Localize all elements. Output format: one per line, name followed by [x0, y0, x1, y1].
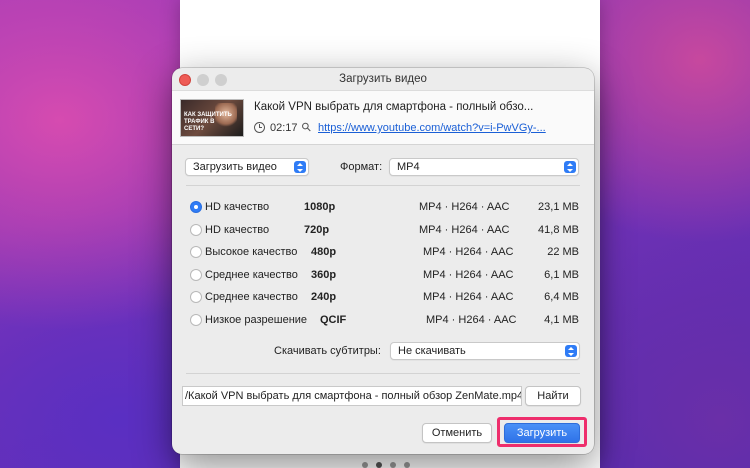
- video-info-header: КАК ЗАЩИТИТЬ ТРАФИК В СЕТИ? Какой VPN вы…: [172, 90, 594, 145]
- format-select[interactable]: MP4: [389, 158, 579, 176]
- quality-format: MP4 · H264 · AAC: [419, 201, 510, 213]
- browse-button[interactable]: Найти: [525, 386, 581, 406]
- page-dot[interactable]: [362, 462, 368, 468]
- select-stepper-icon: [564, 161, 576, 173]
- dialog-titlebar[interactable]: Загрузить видео: [172, 68, 594, 90]
- format-label: Формат:: [340, 161, 383, 173]
- quality-radio-button[interactable]: [190, 291, 202, 304]
- divider: [186, 185, 580, 186]
- download-dialog: Загрузить видео КАК ЗАЩИТИТЬ ТРАФИК В СЕ…: [172, 68, 594, 454]
- quality-resolution: 1080p: [304, 201, 336, 213]
- select-stepper-icon: [294, 161, 306, 173]
- quality-option-row[interactable]: Среднее качество 240p MP4 · H264 · AAC 6,4 …: [172, 290, 594, 306]
- quality-file-size: 22 MB: [547, 246, 579, 259]
- quality-resolution: QCIF: [320, 314, 347, 326]
- clock-icon: [254, 122, 265, 133]
- quality-radio-button[interactable]: [190, 201, 202, 213]
- download-type-value: Загрузить видео: [193, 161, 277, 173]
- format-value: MP4: [397, 161, 420, 173]
- zoom-window-button: [215, 74, 227, 86]
- cancel-button[interactable]: Отменить: [422, 423, 492, 443]
- subtitles-value: Не скачивать: [398, 345, 466, 357]
- quality-name: Среднее качество: [205, 268, 298, 281]
- quality-option-row[interactable]: HD качество 720p MP4 · H264 · AAC 41,8 MB: [172, 223, 594, 239]
- link-icon: ⚲: [298, 118, 315, 136]
- subtitles-select[interactable]: Не скачивать: [390, 342, 580, 360]
- page-dot[interactable]: [404, 462, 410, 468]
- minimize-window-button: [197, 74, 209, 86]
- divider: [186, 373, 580, 374]
- close-window-button[interactable]: [179, 74, 191, 86]
- quality-format: MP4 · H264 · AAC: [423, 246, 514, 259]
- quality-file-size: 41,8 MB: [538, 223, 579, 236]
- save-path-field[interactable]: /Какой VPN выбрать для смартфона - полны…: [182, 386, 522, 406]
- quality-resolution: 360p: [311, 268, 337, 281]
- quality-format: MP4 · H264 · AAC: [423, 268, 514, 281]
- download-button-highlight: [497, 417, 587, 447]
- quality-name: Низкое разрешение: [205, 314, 308, 326]
- quality-file-size: 6,1 MB: [544, 268, 579, 281]
- quality-resolution: 480p: [311, 246, 337, 259]
- quality-radio-button[interactable]: [190, 314, 202, 326]
- video-thumbnail: КАК ЗАЩИТИТЬ ТРАФИК В СЕТИ?: [180, 99, 244, 137]
- quality-format: MP4 · H264 · AAC: [426, 314, 517, 326]
- quality-radio-button[interactable]: [190, 246, 202, 259]
- quality-radio-button[interactable]: [190, 268, 202, 281]
- quality-radio-button[interactable]: [190, 223, 202, 236]
- quality-option-row[interactable]: HD качество 1080p MP4 · H264 · AAC 23,1 MB: [172, 200, 594, 216]
- video-duration: 02:17: [270, 122, 298, 134]
- quality-name: HD качество: [205, 201, 270, 213]
- thumbnail-caption: КАК ЗАЩИТИТЬ ТРАФИК В СЕТИ?: [184, 112, 232, 132]
- quality-option-row[interactable]: Низкое разрешение QCIF MP4 · H264 · AAC 4,1…: [172, 313, 594, 329]
- quality-file-size: 23,1 MB: [538, 201, 579, 213]
- quality-resolution: 720p: [304, 223, 330, 236]
- select-stepper-icon: [565, 345, 577, 357]
- subtitles-label: Скачивать субтитры:: [274, 345, 381, 357]
- quality-resolution: 240p: [311, 291, 337, 304]
- quality-file-size: 6,4 MB: [544, 291, 579, 304]
- page-dot[interactable]: [390, 462, 396, 468]
- quality-file-size: 4,1 MB: [544, 314, 579, 326]
- video-title: Какой VPN выбрать для смартфона - полный…: [254, 101, 534, 113]
- quality-option-row[interactable]: Высокое качество 480p MP4 · H264 · AAC 22 M…: [172, 245, 594, 261]
- quality-format: MP4 · H264 · AAC: [419, 223, 510, 236]
- quality-format: MP4 · H264 · AAC: [423, 291, 514, 304]
- dialog-title: Загрузить видео: [339, 73, 427, 85]
- video-url-link[interactable]: https://www.youtube.com/watch?v=i-PwVGy-…: [318, 122, 546, 134]
- quality-name: Высокое качество: [205, 246, 298, 259]
- quality-name: Среднее качество: [205, 291, 298, 304]
- download-type-select[interactable]: Загрузить видео: [185, 158, 309, 176]
- quality-option-row[interactable]: Среднее качество 360p MP4 · H264 · AAC 6,1 …: [172, 268, 594, 284]
- quality-name: HD качество: [205, 223, 270, 236]
- page-dot[interactable]: [376, 462, 382, 468]
- page-indicator: [362, 462, 410, 468]
